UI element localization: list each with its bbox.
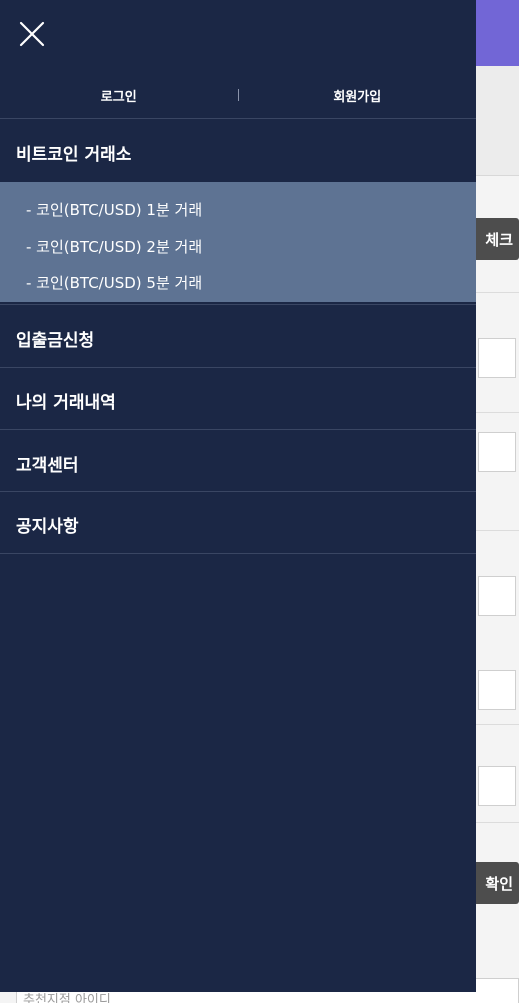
menu-item-notice[interactable]: 공지사항: [16, 512, 79, 537]
divider: [0, 553, 476, 554]
divider: [476, 412, 519, 413]
divider: [0, 429, 476, 430]
form-input[interactable]: [478, 338, 516, 378]
side-drawer: 로그인 회원가입 비트코인 거래소 - 코인(BTC/USD) 1분 거래 - …: [0, 0, 476, 992]
menu-item-my-trades[interactable]: 나의 거래내역: [16, 388, 116, 413]
form-input[interactable]: [478, 576, 516, 616]
divider: [476, 822, 519, 823]
form-input[interactable]: [478, 432, 516, 472]
divider: [476, 530, 519, 531]
menu-item-exchange[interactable]: 비트코인 거래소: [16, 140, 131, 165]
divider: [0, 367, 476, 368]
page-panel: [476, 66, 519, 176]
page-header: [476, 0, 519, 66]
close-icon[interactable]: [16, 18, 48, 50]
form-input[interactable]: [478, 766, 516, 806]
divider: [476, 292, 519, 293]
menu-item-support[interactable]: 고객센터: [16, 451, 79, 476]
form-input[interactable]: [478, 670, 516, 710]
login-link[interactable]: 로그인: [0, 86, 238, 105]
exchange-submenu: - 코인(BTC/USD) 1분 거래 - 코인(BTC/USD) 2분 거래 …: [0, 182, 476, 302]
submenu-item-2min[interactable]: - 코인(BTC/USD) 2분 거래: [26, 236, 202, 257]
auth-links: 로그인 회원가입: [0, 72, 476, 118]
signup-link[interactable]: 회원가입: [239, 86, 477, 105]
submenu-item-1min[interactable]: - 코인(BTC/USD) 1분 거래: [26, 199, 202, 220]
divider: [0, 118, 476, 119]
divider: [0, 304, 476, 305]
divider: [0, 491, 476, 492]
divider: [476, 724, 519, 725]
submenu-item-5min[interactable]: - 코인(BTC/USD) 5분 거래: [26, 272, 202, 293]
menu-item-deposit-withdraw[interactable]: 입출금신청: [16, 326, 94, 351]
